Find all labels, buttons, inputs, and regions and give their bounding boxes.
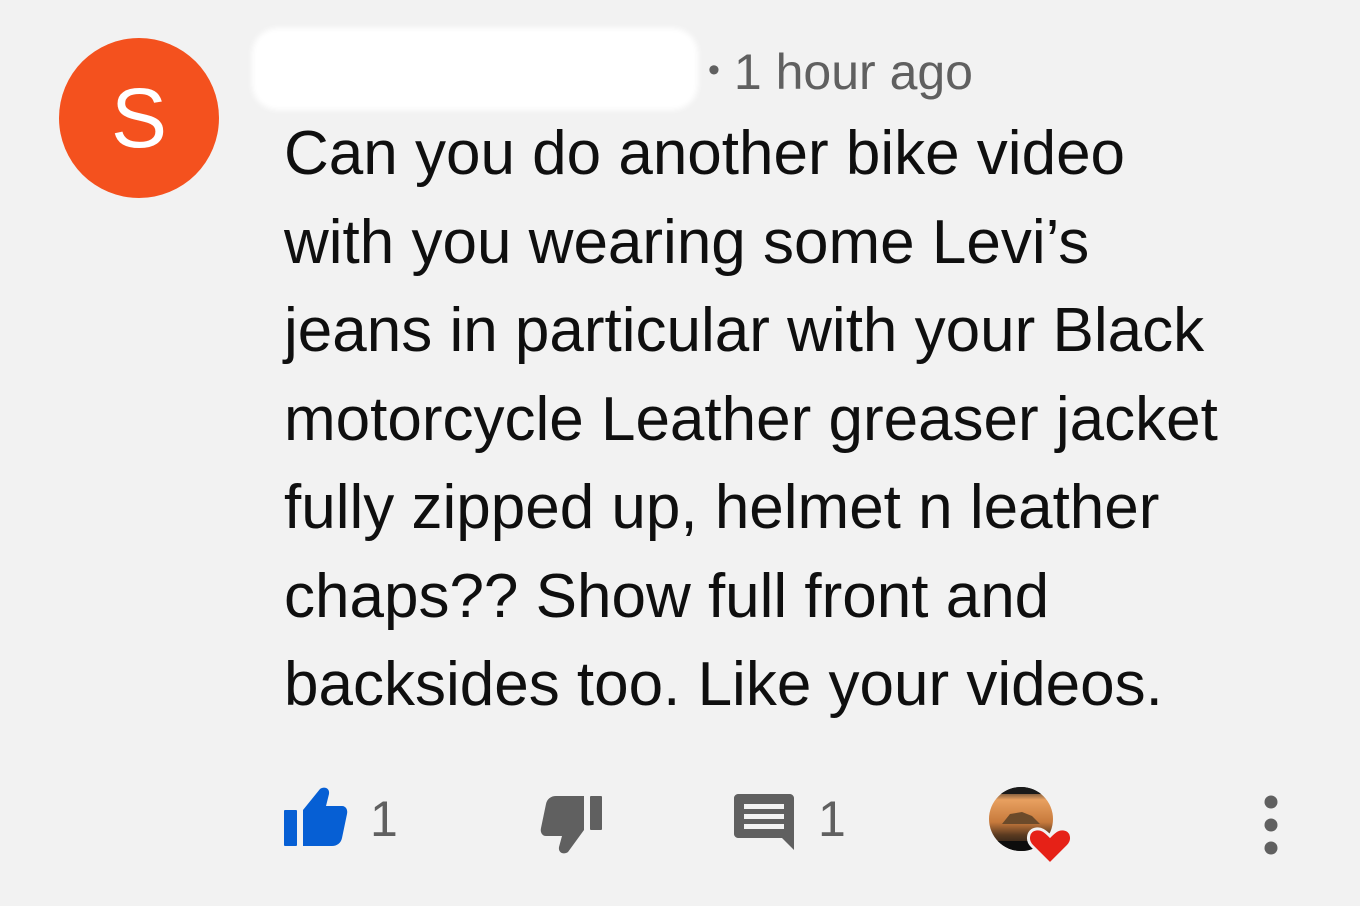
thumbs-down-icon — [540, 796, 602, 854]
reply-button[interactable] — [734, 792, 794, 850]
like-button[interactable] — [282, 786, 348, 848]
comment-action-bar: 1 1 — [0, 780, 1360, 866]
comment-reply-icon — [734, 794, 794, 850]
thumbs-up-icon — [284, 787, 348, 846]
more-vertical-icon — [1264, 795, 1278, 855]
metadata-separator: • — [708, 51, 720, 89]
creator-heart-badge[interactable] — [988, 784, 1078, 866]
reply-count: 1 — [818, 791, 846, 847]
comment-metadata: • 1 hour ago — [708, 40, 973, 102]
comment-text: Can you do another bike video with you w… — [284, 119, 1218, 719]
comment-timestamp[interactable]: 1 hour ago — [734, 44, 973, 100]
more-actions-button[interactable] — [1256, 792, 1286, 858]
like-count: 1 — [370, 791, 398, 847]
avatar[interactable]: S — [59, 38, 219, 198]
dislike-button[interactable] — [540, 794, 604, 856]
creator-heart-icon — [989, 787, 1073, 866]
comment-thread-item: S • 1 hour ago Can you do another bike vi… — [0, 0, 1360, 906]
author-name-redacted — [252, 28, 698, 110]
